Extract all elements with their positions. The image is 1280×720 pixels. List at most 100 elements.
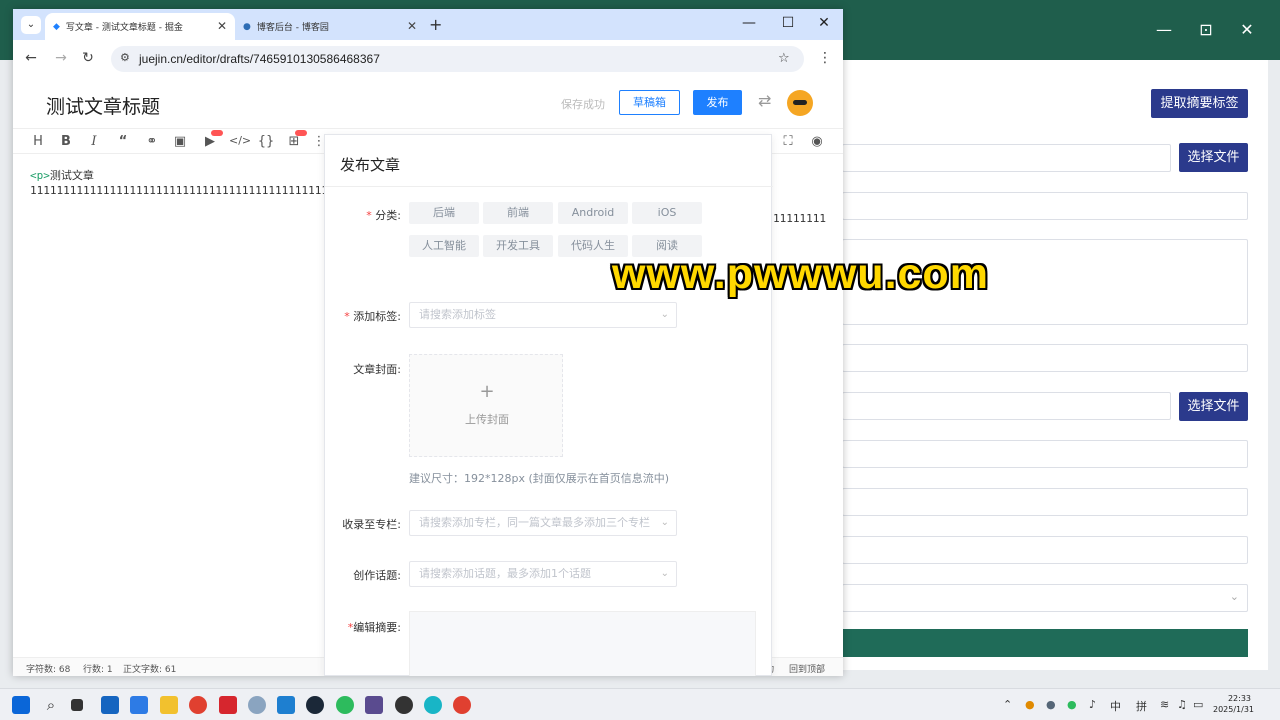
category-ai[interactable]: 人工智能 [409, 235, 479, 257]
tray-app-icon[interactable]: ● [1046, 698, 1056, 711]
text-field[interactable] [842, 488, 1248, 516]
content-line-2: 1111111111111111111111111111111111111111… [30, 184, 342, 197]
store-icon[interactable] [101, 696, 119, 714]
maximize-icon[interactable]: ☐ [778, 15, 798, 31]
submit-bar-button[interactable] [842, 629, 1248, 657]
italic-icon[interactable]: I [85, 134, 103, 149]
category-devtools[interactable]: 开发工具 [483, 235, 553, 257]
heading-icon[interactable]: H [29, 134, 47, 149]
link-icon[interactable]: ⚭ [143, 134, 161, 149]
github-icon[interactable]: ◉ [808, 134, 826, 149]
microphone-icon[interactable]: ♪ [1089, 698, 1096, 711]
tray-wechat-icon[interactable]: ● [1067, 698, 1077, 711]
select-field[interactable]: ⌄ [842, 584, 1248, 612]
address-bar[interactable]: ⚙ juejin.cn/editor/drafts/74659101305864… [111, 46, 804, 72]
category-backend[interactable]: 后端 [409, 202, 479, 224]
close-window-icon[interactable]: ✕ [814, 15, 834, 31]
switch-editor-icon[interactable]: ⇄ [758, 91, 771, 110]
tab-cnblogs[interactable]: ● 博客后台 - 博客园 ✕ [235, 13, 425, 40]
search-icon[interactable]: ⌕ [42, 696, 60, 714]
save-status: 保存成功 [561, 98, 605, 111]
task-view-icon[interactable] [71, 699, 83, 711]
taskbar: ⌕ ⌃ ● ● ● ♪ 中 拼 ≋ ♫ ▭ 22:33 2025/1/31 [0, 688, 1280, 720]
new-tab-icon[interactable]: + [429, 15, 442, 34]
juejin-logo-icon: ◆ [53, 21, 60, 32]
embed-icon[interactable]: ⊞ [285, 130, 307, 149]
tray-app-icon[interactable]: ● [1025, 698, 1035, 711]
column-select[interactable]: 请搜索添加专栏，同一篇文章最多添加三个专栏 ⌄ [409, 510, 677, 536]
game-app-icon[interactable] [395, 696, 413, 714]
ime-indicator[interactable]: 中 [1110, 698, 1121, 714]
choose-file-button[interactable]: 选择文件 [1179, 143, 1248, 172]
menu-dots-icon[interactable]: ⋮ [817, 50, 833, 66]
markdown-editor[interactable]: <p>测试文章 11111111111111111111111111111111… [30, 168, 341, 198]
site-info-icon[interactable]: ⚙ [120, 51, 130, 64]
tags-placeholder: 请搜索添加标签 [419, 308, 496, 321]
text-field[interactable] [842, 392, 1171, 420]
category-frontend[interactable]: 前端 [483, 202, 553, 224]
date: 2025/1/31 [1213, 705, 1255, 714]
netease-music-icon[interactable] [219, 696, 237, 714]
steam-icon[interactable] [306, 696, 324, 714]
category-ios[interactable]: iOS [632, 202, 702, 224]
summary-textarea[interactable] [409, 611, 756, 676]
close-tab-icon[interactable]: ✕ [217, 19, 227, 33]
settings-icon[interactable] [248, 696, 266, 714]
close-tab-icon[interactable]: ✕ [407, 19, 417, 33]
battery-icon[interactable]: ▭ [1193, 698, 1203, 711]
wechat-icon[interactable] [336, 696, 354, 714]
file-explorer-icon[interactable] [160, 696, 178, 714]
editor-header: 测试文章标题 保存成功 草稿箱 发布 ⇄ [13, 77, 843, 129]
screenshot-icon[interactable]: ⊡ [1196, 20, 1216, 39]
code-icon[interactable]: </> [229, 134, 251, 147]
quote-icon[interactable]: “ [114, 134, 132, 149]
chrome-icon[interactable] [189, 696, 207, 714]
choose-file-button[interactable]: 选择文件 [1179, 392, 1248, 421]
chrome-icon-2[interactable] [453, 696, 471, 714]
line-count: 行数: 1 [83, 665, 113, 675]
forward-icon[interactable]: → [53, 50, 69, 66]
drafts-button[interactable]: 草稿箱 [619, 90, 680, 115]
windows-start-icon[interactable] [12, 696, 30, 714]
reload-icon[interactable]: ↻ [80, 50, 96, 66]
bold-icon[interactable]: B [57, 134, 75, 149]
column-label: 收录至专栏: [342, 518, 401, 531]
cat-app-icon[interactable] [365, 696, 383, 714]
chevron-up-icon[interactable]: ⌃ [1003, 698, 1012, 711]
minimize-icon[interactable]: — [1154, 20, 1174, 39]
back-to-top-link[interactable]: 回到顶部 [789, 662, 825, 675]
close-icon[interactable]: ✕ [1237, 20, 1257, 39]
text-field[interactable] [842, 192, 1248, 220]
bookmark-star-icon[interactable]: ☆ [778, 51, 790, 66]
fullscreen-icon[interactable]: ⛶ [779, 134, 797, 149]
tab-juejin-editor[interactable]: ◆ 写文章 - 测试文章标题 - 掘金 ✕ [45, 13, 235, 40]
publish-button[interactable]: 发布 [693, 90, 742, 115]
summary-label: *编辑摘要: [347, 621, 401, 634]
tab-search-dropdown-icon[interactable]: ⌄ [21, 16, 41, 34]
app-icon[interactable] [424, 696, 442, 714]
vscode-icon[interactable] [277, 696, 295, 714]
back-icon[interactable]: ← [23, 50, 39, 66]
image-icon[interactable]: ▣ [171, 134, 189, 149]
article-title-input[interactable]: 测试文章标题 [46, 92, 160, 119]
text-field[interactable] [842, 536, 1248, 564]
cover-size-hint: 建议尺寸：192*128px (封面仅展示在首页信息流中) [409, 472, 670, 485]
minimize-icon[interactable]: — [739, 15, 759, 31]
video-icon[interactable]: ▶ [201, 130, 223, 149]
text-field[interactable] [842, 144, 1171, 172]
avatar[interactable] [787, 90, 813, 116]
text-field[interactable] [842, 344, 1248, 372]
wifi-icon[interactable]: ≋ [1160, 698, 1169, 711]
tags-select[interactable]: 请搜索添加标签 ⌄ [409, 302, 677, 328]
time: 22:33 [1227, 694, 1251, 703]
category-android[interactable]: Android [558, 202, 628, 224]
topic-select[interactable]: 请搜索添加话题，最多添加1个话题 ⌄ [409, 561, 677, 587]
text-field[interactable] [842, 440, 1248, 468]
cover-upload-area[interactable]: + 上传封面 [409, 354, 563, 457]
ime-mode-indicator[interactable]: 拼 [1136, 698, 1147, 714]
code-block-icon[interactable]: {} [257, 134, 275, 149]
todo-icon[interactable] [130, 696, 148, 714]
volume-icon[interactable]: ♫ [1177, 698, 1187, 711]
clock[interactable]: 22:33 2025/1/31 [1213, 693, 1255, 715]
extract-summary-tags-button[interactable]: 提取摘要标签 [1151, 89, 1248, 118]
